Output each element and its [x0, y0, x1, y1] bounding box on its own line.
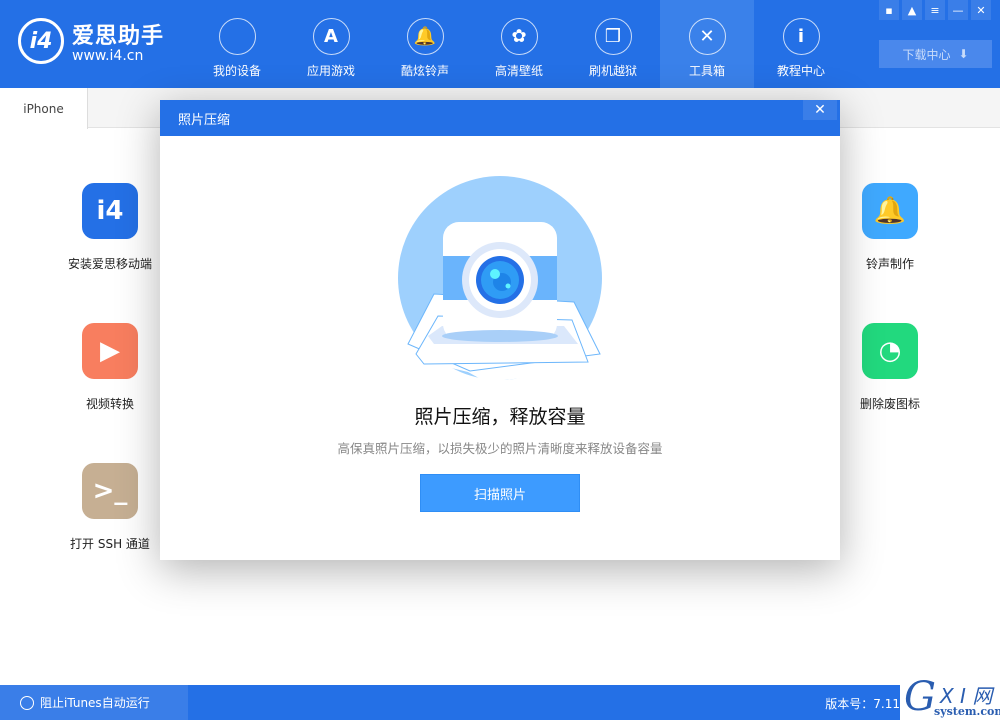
scan-photos-button[interactable]: 扫描照片 [420, 474, 580, 512]
feedback-button[interactable]: ▪ [879, 0, 899, 20]
nav-item[interactable]: A 应用游戏 [284, 0, 378, 88]
app-url: www.i4.cn [72, 48, 144, 64]
app-name: 爱思助手 [72, 24, 165, 49]
download-center-label: 下载中心 [902, 47, 951, 62]
bell-icon: 🔔 [406, 18, 444, 55]
block-itunes-toggle[interactable]: 阻止iTunes自动运行 [0, 685, 188, 720]
tool-item[interactable]: >_ 打开 SSH 通道 [50, 463, 170, 552]
i4-logo-icon: i4 [18, 18, 64, 64]
nav-label: 高清壁纸 [494, 64, 543, 78]
nav-item[interactable]: ❒ 刷机越狱 [566, 0, 660, 88]
dialog-header: 照片压缩 ✕ [160, 100, 840, 136]
top-header: i4 爱思助手 www.i4.cn 我的设备 A 应用游戏 🔔 酷炫铃声 ✿ 高清壁纸 ❒ 刷机… [0, 0, 1000, 88]
camera-photos-illustration [398, 176, 603, 382]
dialog-heading: 照片压缩，释放容量 [414, 406, 586, 428]
nav-item[interactable]: ✕ 工具箱 [660, 0, 754, 88]
nav-label: 酷炫铃声 [400, 64, 449, 78]
info-icon: i [782, 18, 820, 55]
video-convert-icon: ▶ [82, 323, 138, 379]
nav-item[interactable]: 🔔 酷炫铃声 [378, 0, 472, 88]
watermark-logo: GX I 网 system.com [900, 674, 1000, 720]
download-icon: ⬇ [958, 47, 969, 61]
tool-item[interactable]: i4 安装爱思移动端 [50, 183, 170, 272]
apple-icon [218, 18, 256, 55]
close-button[interactable]: ✕ [971, 0, 991, 20]
i4-icon: i4 [82, 183, 138, 239]
nav-item[interactable]: 我的设备 [190, 0, 284, 88]
dialog-title: 照片压缩 [178, 112, 231, 128]
skin-button[interactable]: ▲ [902, 0, 922, 20]
tool-item[interactable]: ▶ 视频转换 [50, 323, 170, 412]
app-logo: i4 爱思助手 www.i4.cn [18, 18, 164, 64]
tool-item[interactable]: 🔔 铃声制作 [830, 183, 950, 272]
dialog-close-button[interactable]: ✕ [803, 100, 837, 120]
tab-iphone[interactable]: iPhone [0, 88, 88, 129]
nav-label: 应用游戏 [306, 64, 355, 78]
block-itunes-label: 阻止iTunes自动运行 [40, 696, 150, 710]
nav-item[interactable]: ✿ 高清壁纸 [472, 0, 566, 88]
minimize-button[interactable]: — [948, 0, 968, 20]
tool-label: 铃声制作 [865, 257, 914, 271]
ssh-terminal-icon: >_ [82, 463, 138, 519]
download-center-button[interactable]: 下载中心 ⬇ [879, 40, 992, 68]
status-bar: 阻止iTunes自动运行 版本号：7.11 [0, 685, 1000, 720]
tool-label: 删除废图标 [859, 397, 920, 411]
tools-icon: ✕ [688, 18, 726, 55]
tool-label: 视频转换 [85, 397, 134, 411]
tool-item[interactable]: ◔ 删除废图标 [830, 323, 950, 412]
box-icon: ❒ [594, 18, 632, 55]
nav-label: 工具箱 [688, 64, 725, 78]
tool-label: 安装爱思移动端 [67, 257, 152, 271]
radio-icon[interactable] [20, 695, 34, 710]
version-label: 版本号：7.11 [825, 697, 900, 711]
nav-item[interactable]: i 教程中心 [754, 0, 848, 88]
pie-timer-icon: ◔ [862, 323, 918, 379]
app-store-icon: A [312, 18, 350, 55]
menu-button[interactable]: ≡ [925, 0, 945, 20]
nav-label: 教程中心 [776, 64, 825, 78]
dialog-subtitle: 高保真照片压缩，以损失极少的照片清晰度来释放设备容量 [337, 441, 663, 456]
flower-icon: ✿ [500, 18, 538, 55]
tool-label: 打开 SSH 通道 [70, 537, 150, 551]
nav-label: 我的设备 [212, 64, 261, 78]
nav-label: 刷机越狱 [588, 64, 637, 78]
bell-plus-icon: 🔔 [862, 183, 918, 239]
photo-compress-dialog: 照片压缩 ✕ 照片压缩，释放容量 高保真照片压缩，以损失极少的照片清晰度来释放设… [160, 100, 840, 560]
